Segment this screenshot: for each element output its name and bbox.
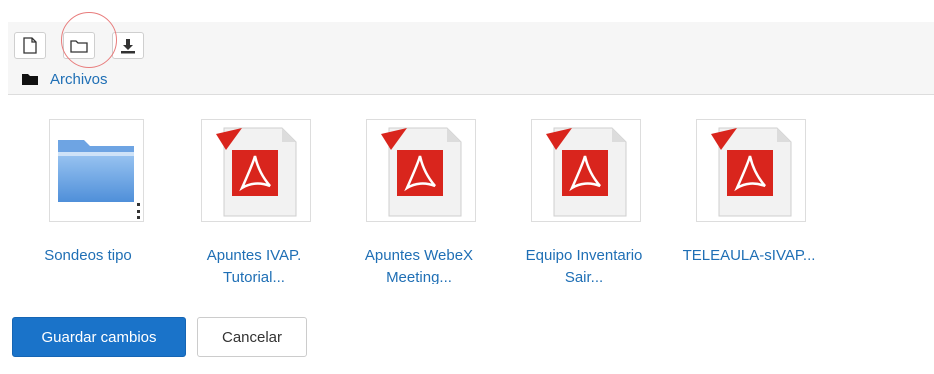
file-name[interactable]: Equipo Inventario Sair... [509,245,659,284]
create-folder-icon [70,39,88,53]
breadcrumb: Archivos [22,70,108,88]
pdf-icon [381,127,462,217]
file-item-pdf[interactable]: Apuntes IVAP. Tutorial... [179,95,329,284]
file-manager-toolbar: Archivos [8,12,934,95]
more-options-icon[interactable] [137,203,141,219]
file-item-pdf[interactable]: Equipo Inventario Sair... [509,95,659,284]
folder-icon [58,140,134,202]
file-item-pdf[interactable]: Apuntes WebeX Meeting... [344,95,494,284]
file-thumbnail [531,119,641,222]
pdf-icon [546,127,627,217]
file-name[interactable]: Apuntes WebeX Meeting... [344,245,494,284]
file-thumbnail [366,119,476,222]
new-file-icon [23,37,37,54]
download-icon [121,38,135,53]
save-changes-button[interactable]: Guardar cambios [12,317,186,357]
file-thumbnail [49,119,144,222]
file-name[interactable]: Sondeos tipo [13,245,163,267]
folder-solid-icon [22,74,38,85]
add-file-button[interactable] [14,32,46,59]
cancel-button[interactable]: Cancelar [197,317,307,357]
file-thumbnail [201,119,311,222]
file-item-pdf[interactable]: TELEAULA-sIVAP... [674,95,824,284]
file-name[interactable]: TELEAULA-sIVAP... [674,245,824,267]
download-button[interactable] [112,32,144,59]
file-name[interactable]: Apuntes IVAP. Tutorial... [179,245,329,284]
file-thumbnail [696,119,806,222]
breadcrumb-archivos[interactable]: Archivos [50,71,108,88]
pdf-icon [711,127,792,217]
file-list: Sondeos tipo Apuntes IVAP. Tutorial... A… [8,95,934,284]
pdf-icon [216,127,297,217]
file-item-folder[interactable]: Sondeos tipo [13,95,163,284]
create-folder-button[interactable] [63,32,95,59]
file-manager: Archivos Sondeos tipo Apuntes IVAP. Tuto… [8,12,934,284]
